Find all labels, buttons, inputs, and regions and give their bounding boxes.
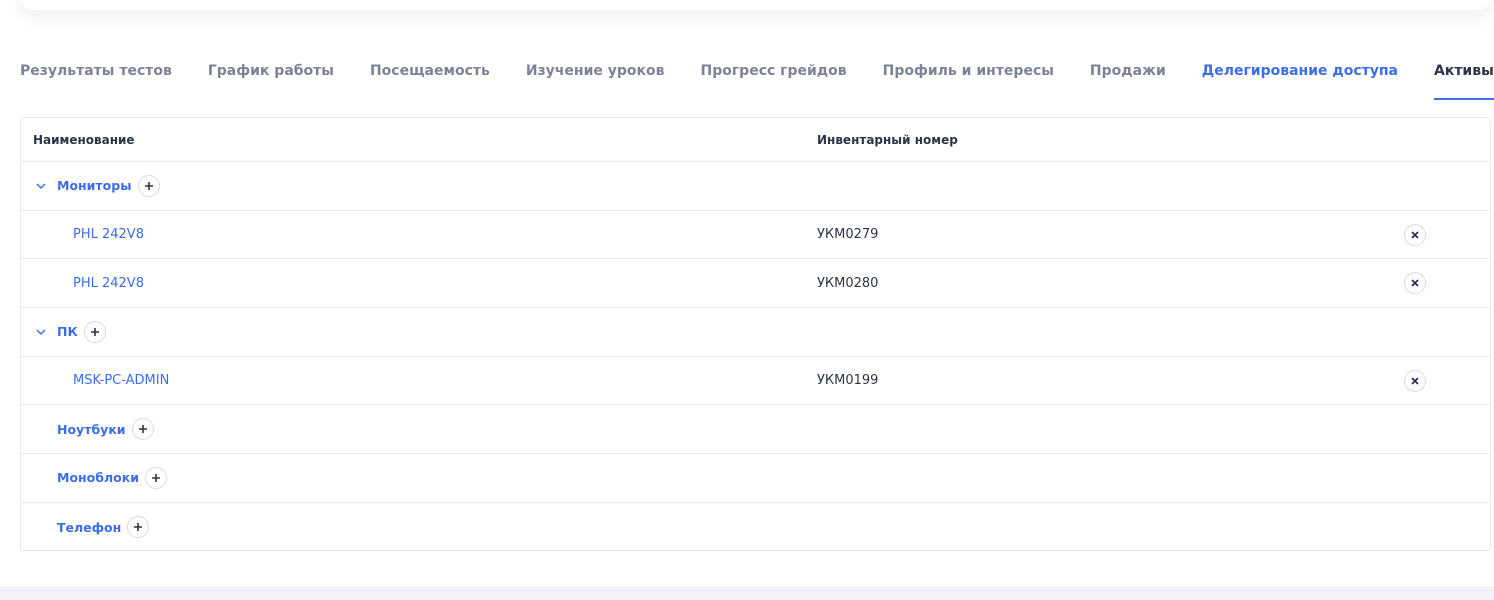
add-asset-button[interactable] (144, 466, 167, 489)
tab-sales[interactable]: Продажи (1090, 46, 1166, 96)
assets-table: Наименование Инвентарный номер Мониторы … (20, 117, 1491, 551)
tab-assets[interactable]: Активы (1433, 46, 1494, 100)
add-asset-button[interactable] (127, 516, 150, 539)
group-label[interactable]: Мониторы (57, 178, 132, 193)
plus-icon (151, 473, 160, 482)
tab-grade-progress[interactable]: Прогресс грейдов (701, 46, 847, 96)
table-row: PHL 242V8 УКМ0279 (21, 211, 1490, 260)
column-header-name: Наименование (33, 132, 135, 147)
plus-icon (138, 425, 147, 434)
add-asset-button[interactable] (131, 418, 154, 441)
page: Результаты тестов График работы Посещаем… (0, 0, 1494, 600)
tab-lessons[interactable]: Изучение уроков (526, 46, 665, 96)
add-asset-button[interactable] (137, 174, 160, 197)
tab-test-results[interactable]: Результаты тестов (20, 46, 172, 96)
chevron-down-icon[interactable] (33, 178, 49, 194)
tab-work-schedule[interactable]: График работы (208, 46, 334, 96)
inventory-number: УКМ0280 (817, 275, 879, 291)
remove-asset-button[interactable] (1404, 223, 1426, 246)
group-label[interactable]: Ноутбуки (57, 422, 126, 437)
asset-name-link[interactable]: PHL 242V8 (73, 276, 144, 291)
inventory-number: УКМ0279 (817, 227, 879, 243)
asset-name-link[interactable]: MSK-PC-ADMIN (73, 373, 169, 388)
asset-name-link[interactable]: PHL 242V8 (73, 227, 144, 242)
close-icon (1411, 376, 1419, 385)
tab-access-delegation[interactable]: Делегирование доступа (1202, 46, 1398, 96)
group-label[interactable]: Телефон (57, 520, 121, 535)
table-row: MSK-PC-ADMIN УКМ0199 (21, 357, 1490, 406)
table-header: Наименование Инвентарный номер (21, 118, 1490, 162)
group-row-phone: Телефон (21, 503, 1490, 552)
tab-profile-interests[interactable]: Профиль и интересы (883, 46, 1054, 96)
plus-icon (144, 181, 153, 190)
group-row-monitors: Мониторы (21, 162, 1490, 211)
group-label[interactable]: Моноблоки (57, 470, 139, 485)
table-row: PHL 242V8 УКМ0280 (21, 259, 1490, 309)
inventory-number: УКМ0199 (817, 373, 879, 389)
plus-icon (134, 523, 143, 532)
group-label[interactable]: ПК (57, 324, 78, 339)
group-row-pc: ПК (21, 308, 1490, 357)
plus-icon (90, 327, 99, 336)
close-icon (1411, 230, 1419, 239)
tab-bar: Результаты тестов График работы Посещаем… (20, 46, 1494, 102)
group-row-laptops: Ноутбуки (21, 405, 1490, 455)
remove-asset-button[interactable] (1404, 272, 1426, 295)
footer-band (0, 586, 1494, 600)
remove-asset-button[interactable] (1404, 369, 1426, 392)
group-row-all-in-one: Моноблоки (21, 454, 1490, 503)
chevron-down-icon[interactable] (33, 324, 49, 340)
tab-attendance[interactable]: Посещаемость (370, 46, 490, 96)
close-icon (1411, 279, 1419, 287)
column-header-inventory: Инвентарный номер (817, 132, 958, 147)
add-asset-button[interactable] (83, 320, 106, 343)
top-card (20, 0, 1490, 10)
